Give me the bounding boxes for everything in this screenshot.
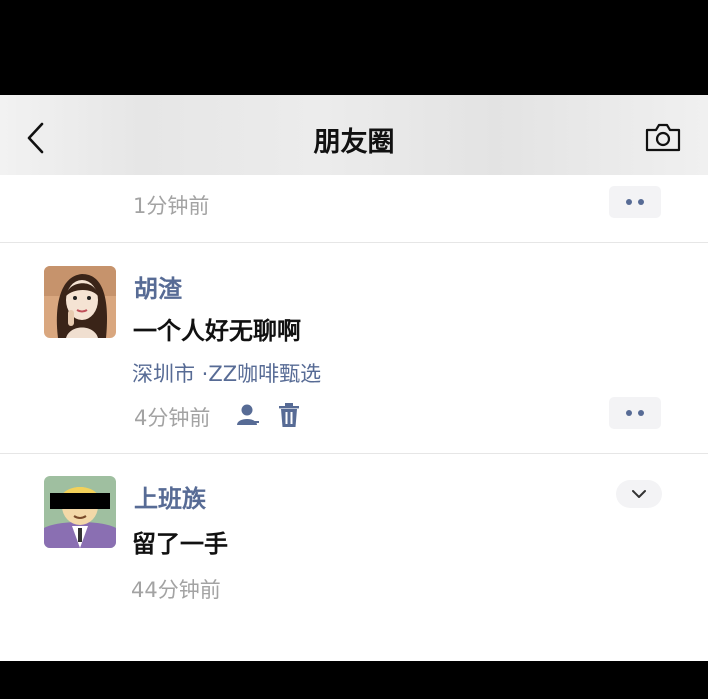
bottom-black-bar <box>0 661 708 699</box>
camera-icon[interactable] <box>644 121 682 153</box>
post-text: 留了一手 <box>132 530 228 558</box>
divider <box>0 453 708 454</box>
more-actions-button[interactable] <box>609 186 661 218</box>
delete-trash-icon[interactable] <box>277 402 301 428</box>
avatar[interactable] <box>44 476 116 548</box>
post-time: 4分钟前 <box>134 406 211 430</box>
visibility-person-icon[interactable] <box>235 402 261 428</box>
divider <box>0 242 708 243</box>
poster-name[interactable]: 胡渣 <box>134 269 182 304</box>
poster-name[interactable]: 上班族 <box>134 479 206 514</box>
page-title: 朋友圈 <box>313 127 395 158</box>
avatar[interactable] <box>44 266 116 338</box>
post-time: 44分钟前 <box>131 578 221 602</box>
moments-feed: 1分钟前 胡渣 一个人好无聊啊 深圳市 ·ZZ咖啡甄选 4分钟前 上班族 留了一… <box>0 175 708 661</box>
post-location[interactable]: 深圳市 ·ZZ咖啡甄选 <box>132 358 321 388</box>
top-black-bar <box>0 0 708 95</box>
expand-chevron-button[interactable] <box>616 480 662 508</box>
chevron-down-icon <box>632 490 646 498</box>
post-text: 一个人好无聊啊 <box>133 317 301 345</box>
more-actions-button[interactable] <box>609 397 661 429</box>
post-time: 1分钟前 <box>133 194 210 218</box>
